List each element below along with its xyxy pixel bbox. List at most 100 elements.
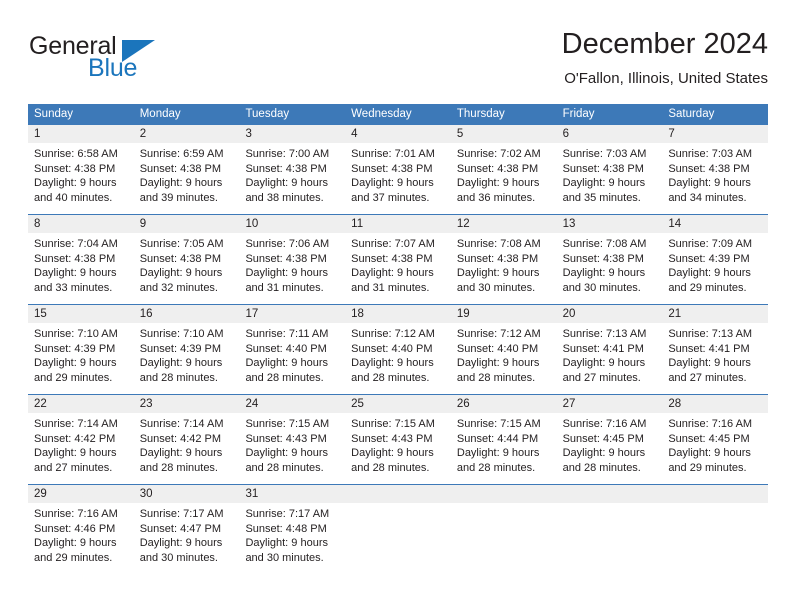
- day-number[interactable]: 19: [451, 305, 557, 323]
- day-number[interactable]: 23: [134, 395, 240, 413]
- day-sunrise-text: Sunrise: 7:01 AM: [351, 148, 435, 160]
- day-daylight1-text: Daylight: 9 hours: [456, 267, 540, 280]
- day-cell[interactable]: Sunrise: 7:11 AM Sunset: 4:40 PM Daylight:…: [239, 323, 345, 394]
- day-sunset-text: Sunset: 4:38 PM: [351, 252, 433, 265]
- day-cell[interactable]: Sunrise: 7:01 AM Sunset: 4:38 PM Daylight:…: [345, 143, 451, 214]
- day-number[interactable]: 27: [557, 395, 663, 413]
- day-daylight1-text: Daylight: 9 hours: [562, 267, 646, 280]
- day-sunrise-text: Sunrise: 7:16 AM: [562, 418, 647, 430]
- day-number[interactable]: 29: [28, 485, 134, 503]
- day-number[interactable]: 22: [28, 395, 134, 413]
- day-cell[interactable]: Sunrise: 7:14 AM Sunset: 4:42 PM Daylight:…: [28, 413, 134, 484]
- day-number[interactable]: 4: [345, 125, 451, 143]
- day-cell[interactable]: Sunrise: 7:16 AM Sunset: 4:45 PM Daylight:…: [557, 413, 663, 484]
- day-cell[interactable]: Sunrise: 7:10 AM Sunset: 4:39 PM Daylight:…: [134, 323, 240, 394]
- day-daylight1-text: Daylight: 9 hours: [139, 357, 223, 370]
- day-number-band: 29 30 31: [28, 485, 768, 503]
- day-sunrise-text: Sunrise: 7:15 AM: [456, 418, 541, 430]
- day-number[interactable]: 6: [557, 125, 663, 143]
- day-cell[interactable]: Sunrise: 7:14 AM Sunset: 4:42 PM Daylight:…: [134, 413, 240, 484]
- day-number[interactable]: 25: [345, 395, 451, 413]
- day-sunrise-text: Sunrise: 7:08 AM: [562, 238, 647, 250]
- day-cell[interactable]: Sunrise: 7:16 AM Sunset: 4:45 PM Daylight:…: [662, 413, 768, 484]
- day-cell[interactable]: Sunrise: 7:09 AM Sunset: 4:39 PM Daylight:…: [662, 233, 768, 304]
- day-daylight2-text: and 36 minutes.: [456, 191, 536, 204]
- day-cell[interactable]: Sunrise: 7:15 AM Sunset: 4:44 PM Daylight:…: [451, 413, 557, 484]
- day-number[interactable]: 12: [451, 215, 557, 233]
- day-sunset-text: Sunset: 4:38 PM: [562, 252, 644, 265]
- day-cell[interactable]: Sunrise: 7:13 AM Sunset: 4:41 PM Daylight:…: [557, 323, 663, 394]
- day-cell[interactable]: Sunrise: 7:10 AM Sunset: 4:39 PM Daylight:…: [28, 323, 134, 394]
- day-daylight1-text: Daylight: 9 hours: [34, 447, 117, 460]
- day-cell[interactable]: Sunrise: 7:02 AM Sunset: 4:38 PM Daylight:…: [451, 143, 557, 214]
- day-cell[interactable]: Sunrise: 7:00 AM Sunset: 4:38 PM Daylight:…: [239, 143, 345, 214]
- day-number[interactable]: 2: [134, 125, 240, 143]
- day-cell[interactable]: Sunrise: 7:17 AM Sunset: 4:48 PM Daylight:…: [239, 503, 345, 574]
- day-daylight1-text: Daylight: 9 hours: [139, 537, 223, 550]
- day-sunrise-text: Sunrise: 7:14 AM: [139, 418, 224, 430]
- day-daylight2-text: and 28 minutes.: [456, 461, 536, 474]
- day-number[interactable]: 11: [345, 215, 451, 233]
- day-detail-row: Sunrise: 7:10 AM Sunset: 4:39 PM Daylight:…: [28, 323, 768, 394]
- day-daylight2-text: and 29 minutes.: [34, 551, 113, 564]
- day-cell[interactable]: Sunrise: 7:15 AM Sunset: 4:43 PM Daylight:…: [345, 413, 451, 484]
- day-daylight2-text: and 38 minutes.: [245, 191, 324, 204]
- day-sunset-text: Sunset: 4:38 PM: [34, 162, 116, 175]
- day-daylight2-text: and 30 minutes.: [245, 551, 324, 564]
- day-number[interactable]: 13: [557, 215, 663, 233]
- day-number[interactable]: 10: [239, 215, 345, 233]
- day-cell[interactable]: Sunrise: 7:08 AM Sunset: 4:38 PM Daylight:…: [451, 233, 557, 304]
- day-cell[interactable]: Sunrise: 7:17 AM Sunset: 4:47 PM Daylight:…: [134, 503, 240, 574]
- day-cell[interactable]: Sunrise: 7:07 AM Sunset: 4:38 PM Daylight:…: [345, 233, 451, 304]
- day-sunset-text: Sunset: 4:45 PM: [668, 432, 750, 445]
- day-number[interactable]: 15: [28, 305, 134, 323]
- day-cell[interactable]: Sunrise: 6:58 AM Sunset: 4:38 PM Daylight:…: [28, 143, 134, 214]
- day-cell[interactable]: Sunrise: 7:05 AM Sunset: 4:38 PM Daylight:…: [134, 233, 240, 304]
- day-number-band: 15 16 17 18 19 20 21: [28, 305, 768, 323]
- day-cell[interactable]: Sunrise: 7:16 AM Sunset: 4:46 PM Daylight:…: [28, 503, 134, 574]
- day-number[interactable]: 28: [662, 395, 768, 413]
- general-blue-logo[interactable]: General Blue: [28, 32, 208, 92]
- calendar-weeks: 1 2 3 4 5 6 7 Sunrise: 6:58 AM Sunset: 4:38 PM Da…: [28, 124, 768, 574]
- day-cell[interactable]: Sunrise: 7:03 AM Sunset: 4:38 PM Daylight:…: [557, 143, 663, 214]
- day-number[interactable]: 14: [662, 215, 768, 233]
- day-number[interactable]: 9: [134, 215, 240, 233]
- day-sunset-text: Sunset: 4:40 PM: [456, 342, 539, 355]
- day-cell[interactable]: Sunrise: 6:59 AM Sunset: 4:38 PM Daylight:…: [134, 143, 240, 214]
- day-cell[interactable]: Sunrise: 7:13 AM Sunset: 4:41 PM Daylight:…: [662, 323, 768, 394]
- day-cell[interactable]: Sunrise: 7:15 AM Sunset: 4:43 PM Daylight:…: [239, 413, 345, 484]
- day-number[interactable]: 7: [662, 125, 768, 143]
- calendar-week-row: 15 16 17 18 19 20 21 Sunrise: 7:10 AM Sunset: 4:…: [28, 304, 768, 394]
- day-number[interactable]: 24: [239, 395, 345, 413]
- day-number[interactable]: 18: [345, 305, 451, 323]
- day-daylight2-text: and 29 minutes.: [668, 281, 747, 294]
- day-number[interactable]: 30: [134, 485, 240, 503]
- day-daylight2-text: and 27 minutes.: [668, 371, 747, 384]
- day-number[interactable]: 20: [557, 305, 663, 323]
- day-number[interactable]: 31: [239, 485, 345, 503]
- day-sunrise-text: Sunrise: 7:15 AM: [351, 418, 435, 430]
- calendar-grid: Sunday Monday Tuesday Wednesday Thursday Frid…: [28, 104, 768, 574]
- day-number[interactable]: 26: [451, 395, 557, 413]
- day-cell[interactable]: Sunrise: 7:12 AM Sunset: 4:40 PM Daylight:…: [345, 323, 451, 394]
- day-sunrise-text: Sunrise: 7:08 AM: [456, 238, 541, 250]
- day-number[interactable]: 17: [239, 305, 345, 323]
- day-daylight2-text: and 32 minutes.: [139, 281, 218, 294]
- day-number[interactable]: 3: [239, 125, 345, 143]
- day-cell[interactable]: Sunrise: 7:08 AM Sunset: 4:38 PM Daylight:…: [557, 233, 663, 304]
- day-number[interactable]: 8: [28, 215, 134, 233]
- day-number[interactable]: 16: [134, 305, 240, 323]
- day-cell[interactable]: Sunrise: 7:06 AM Sunset: 4:38 PM Daylight:…: [239, 233, 345, 304]
- day-cell[interactable]: Sunrise: 7:12 AM Sunset: 4:40 PM Daylight:…: [451, 323, 557, 394]
- day-daylight2-text: and 29 minutes.: [34, 371, 113, 384]
- day-number[interactable]: 5: [451, 125, 557, 143]
- day-number[interactable]: 1: [28, 125, 134, 143]
- day-cell[interactable]: Sunrise: 7:03 AM Sunset: 4:38 PM Daylight:…: [662, 143, 768, 214]
- day-sunrise-text: Sunrise: 7:03 AM: [668, 148, 753, 160]
- day-sunrise-text: Sunrise: 7:13 AM: [562, 328, 647, 340]
- day-cell[interactable]: Sunrise: 7:04 AM Sunset: 4:38 PM Daylight:…: [28, 233, 134, 304]
- day-number[interactable]: 21: [662, 305, 768, 323]
- day-sunset-text: Sunset: 4:41 PM: [668, 342, 750, 355]
- day-cell-empty: [557, 503, 663, 574]
- day-sunrise-text: Sunrise: 7:17 AM: [245, 508, 330, 520]
